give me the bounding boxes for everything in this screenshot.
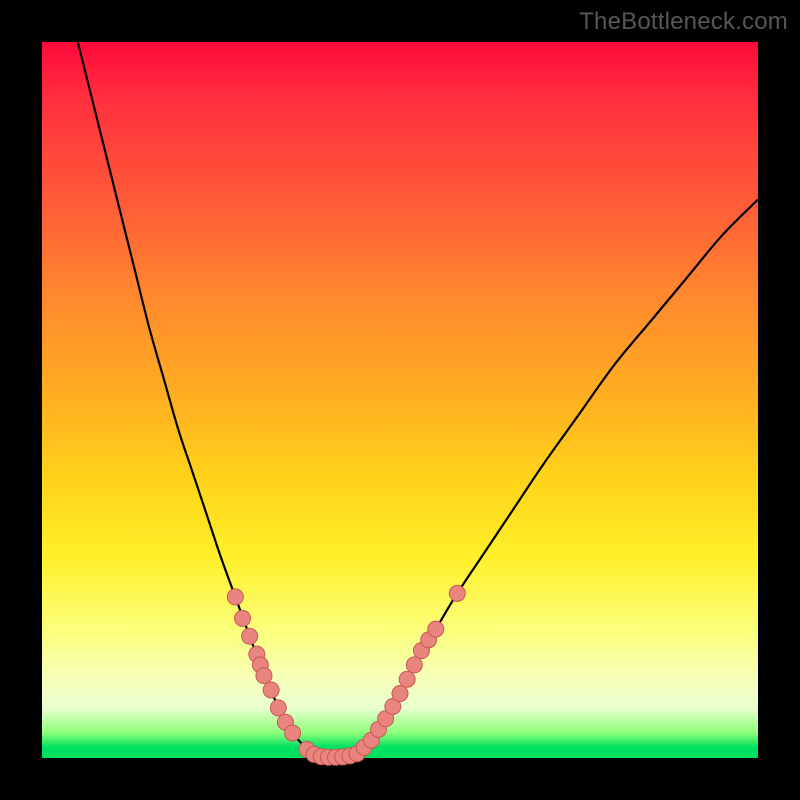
data-marker	[263, 682, 279, 698]
data-marker	[256, 668, 272, 684]
data-marker	[406, 657, 422, 673]
marker-group	[227, 585, 465, 765]
data-marker	[399, 671, 415, 687]
data-marker	[227, 589, 243, 605]
watermark-text: TheBottleneck.com	[579, 8, 788, 36]
data-marker	[285, 725, 301, 741]
chart-svg	[42, 42, 758, 758]
data-marker	[242, 628, 258, 644]
data-marker	[234, 610, 250, 626]
data-marker	[392, 686, 408, 702]
data-marker	[449, 585, 465, 601]
data-marker	[428, 621, 444, 637]
data-marker	[270, 700, 286, 716]
chart-frame: TheBottleneck.com	[0, 0, 800, 800]
